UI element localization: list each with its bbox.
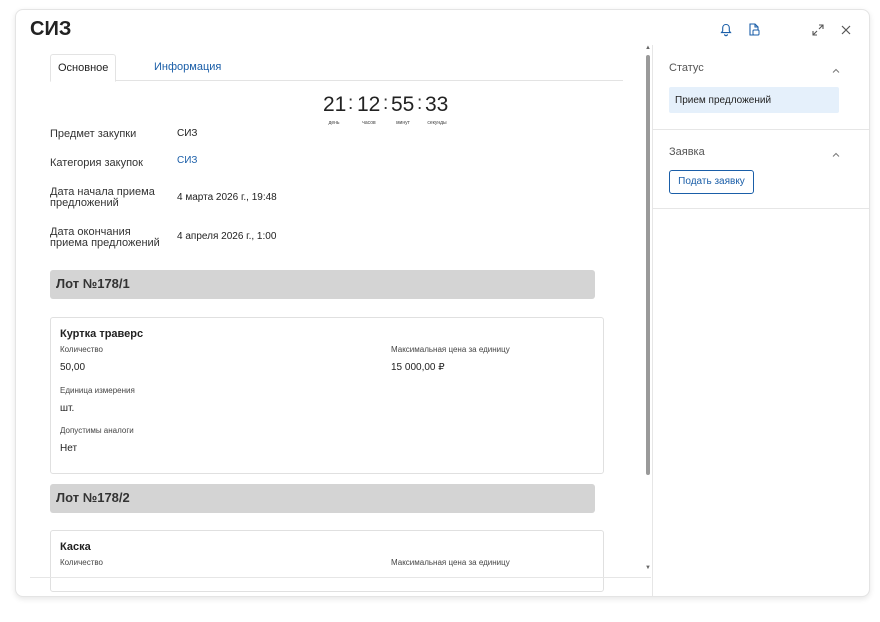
timer-separator: : xyxy=(417,93,423,114)
close-icon[interactable] xyxy=(838,22,854,38)
lot-card: Каска Количество Максимальная цена за ед… xyxy=(50,530,604,592)
content-bottom-divider xyxy=(30,577,651,578)
sidebar-divider xyxy=(652,45,653,596)
price-label: Максимальная цена за единицу xyxy=(391,345,510,354)
qty-value: 50,00 xyxy=(60,362,86,373)
timer-seconds-label: секунды xyxy=(427,120,447,126)
lot-card: Куртка траверс Количество 50,00 Максимал… xyxy=(50,317,604,474)
price-label: Максимальная цена за единицу xyxy=(391,558,510,567)
field-value-start-date: 4 марта 2026 г., 19:48 xyxy=(177,192,277,203)
lot-item-name: Куртка траверс xyxy=(60,328,144,340)
lot-header: Лот №178/1 xyxy=(50,270,595,299)
content-scrollbar[interactable]: ▲ ▼ xyxy=(644,45,652,575)
price-value: 15 000,00 ₽ xyxy=(391,362,445,373)
document-icon[interactable] xyxy=(746,22,762,38)
unit-value: шт. xyxy=(60,403,75,414)
scroll-down-arrow-icon[interactable]: ▼ xyxy=(644,565,652,571)
qty-label: Количество xyxy=(60,558,103,567)
status-value: Прием предложений xyxy=(675,95,772,106)
timer-hours-label: часов xyxy=(362,120,376,126)
submit-application-button[interactable]: Подать заявку xyxy=(669,170,754,194)
field-value-end-date: 4 апреля 2026 г., 1:00 xyxy=(177,231,277,242)
countdown-timer: 21 : 12 : 55 : 33 день часов минут секун… xyxy=(322,93,458,129)
unit-label: Единица измерения xyxy=(60,386,135,395)
lot-header-title: Лот №178/1 xyxy=(56,276,130,291)
analog-label: Допустимы аналоги xyxy=(60,426,134,435)
field-value-subject: СИЗ xyxy=(177,128,198,139)
qty-label: Количество xyxy=(60,345,103,354)
timer-separator: : xyxy=(348,93,354,114)
timer-minutes: 55 xyxy=(391,93,415,116)
chevron-up-icon[interactable] xyxy=(831,63,841,73)
field-value-category-link[interactable]: СИЗ xyxy=(177,155,197,166)
modal-window: СИЗ Основное Информация 21 : 12 : 55 : 3… xyxy=(15,9,870,597)
timer-seconds: 33 xyxy=(425,93,449,116)
status-badge: Прием предложений xyxy=(669,87,839,113)
expand-icon[interactable] xyxy=(810,22,826,38)
tab-main[interactable]: Основное xyxy=(50,54,117,82)
status-section-title: Статус xyxy=(669,62,704,74)
timer-minutes-label: минут xyxy=(396,120,410,126)
scroll-up-arrow-icon[interactable]: ▲ xyxy=(644,45,652,51)
analog-value: Нет xyxy=(60,443,78,454)
chevron-up-icon[interactable] xyxy=(831,147,841,157)
scrollbar-thumb[interactable] xyxy=(646,55,650,475)
lot-header: Лот №178/2 xyxy=(50,484,595,513)
field-label-end-date: Дата окончания приема предложений xyxy=(50,226,160,249)
sidebar-separator xyxy=(653,208,869,209)
timer-days-label: день xyxy=(328,120,340,126)
application-section-title: Заявка xyxy=(669,146,705,158)
tab-information[interactable]: Информация xyxy=(147,54,228,80)
tab-bar: Основное Информация xyxy=(50,54,623,82)
field-label-subject: Предмет закупки xyxy=(50,128,137,140)
sidebar-separator xyxy=(653,129,869,130)
window-title: СИЗ xyxy=(30,18,72,40)
timer-days: 21 xyxy=(323,93,347,116)
field-label-category: Категория закупок xyxy=(50,157,143,169)
timer-hours: 12 xyxy=(357,93,381,116)
lot-item-name: Каска xyxy=(60,541,91,553)
timer-separator: : xyxy=(383,93,389,114)
lot-header-title: Лот №178/2 xyxy=(56,490,130,505)
field-label-start-date: Дата начала приема предложений xyxy=(50,186,155,209)
bell-icon[interactable] xyxy=(718,22,734,38)
